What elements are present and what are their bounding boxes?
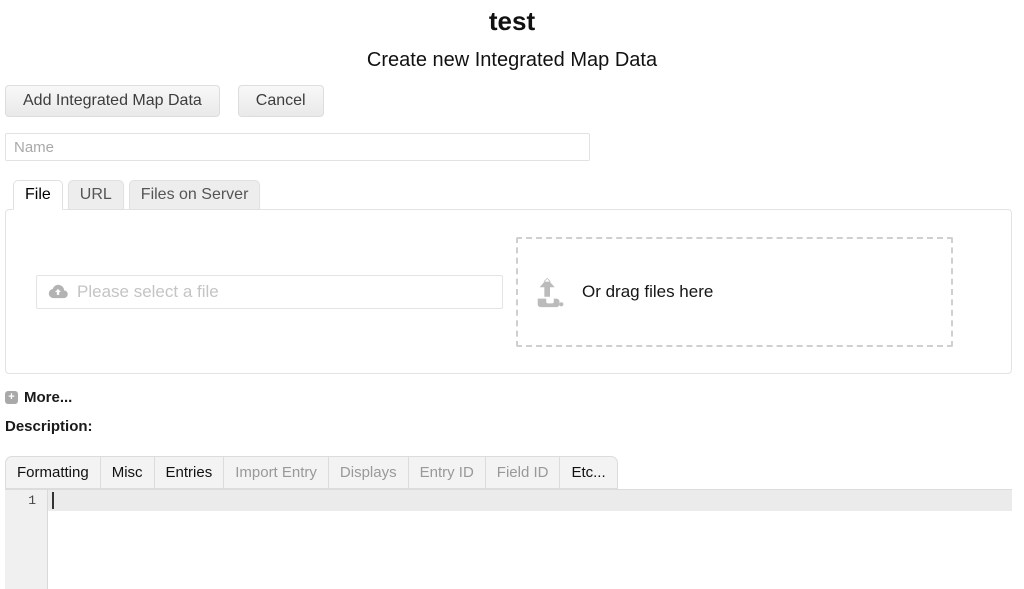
file-upload-panel: Please select a file Or drag files here — [5, 209, 1012, 374]
more-toggle[interactable]: + More... — [5, 389, 72, 406]
file-select-field[interactable]: Please select a file — [36, 275, 503, 309]
plus-icon: + — [5, 391, 18, 404]
tab-misc[interactable]: Misc — [101, 457, 155, 488]
page-subtitle: Create new Integrated Map Data — [0, 48, 1024, 72]
cloud-upload-icon — [48, 282, 68, 302]
tab-formatting[interactable]: Formatting — [6, 457, 101, 488]
page-title: test — [0, 6, 1024, 36]
tab-files-on-server[interactable]: Files on Server — [129, 180, 261, 210]
description-label: Description: — [5, 418, 1012, 435]
tab-file[interactable]: File — [13, 180, 63, 210]
line-number: 1 — [5, 490, 47, 511]
name-row — [5, 133, 1012, 161]
drag-drop-zone[interactable]: Or drag files here — [516, 237, 953, 347]
toolbar: Add Integrated Map Data Cancel — [5, 85, 1012, 117]
add-integrated-map-data-button[interactable]: Add Integrated Map Data — [5, 85, 220, 117]
upload-tray-icon — [533, 275, 567, 309]
editor-active-line — [5, 490, 1012, 511]
tab-entries[interactable]: Entries — [155, 457, 225, 488]
text-cursor — [52, 492, 54, 509]
source-tabs: File URL Files on Server — [5, 180, 1012, 210]
editor-line-number-gutter: 1 — [5, 490, 48, 589]
description-code-editor[interactable]: 1 — [5, 489, 1012, 589]
drag-drop-label: Or drag files here — [582, 282, 713, 302]
tab-displays: Displays — [329, 457, 409, 488]
name-input[interactable] — [5, 133, 590, 161]
file-select-placeholder: Please select a file — [77, 282, 219, 302]
description-tabbar-wrap: Formatting Misc Entries Import Entry Dis… — [5, 456, 1012, 489]
description-tabbar: Formatting Misc Entries Import Entry Dis… — [5, 456, 618, 489]
tab-import-entry: Import Entry — [224, 457, 329, 488]
tab-field-id: Field ID — [486, 457, 561, 488]
tab-url[interactable]: URL — [68, 180, 124, 210]
more-label: More... — [24, 389, 72, 406]
cancel-button[interactable]: Cancel — [238, 85, 324, 117]
tab-entry-id: Entry ID — [409, 457, 486, 488]
tab-etc[interactable]: Etc... — [560, 457, 616, 488]
